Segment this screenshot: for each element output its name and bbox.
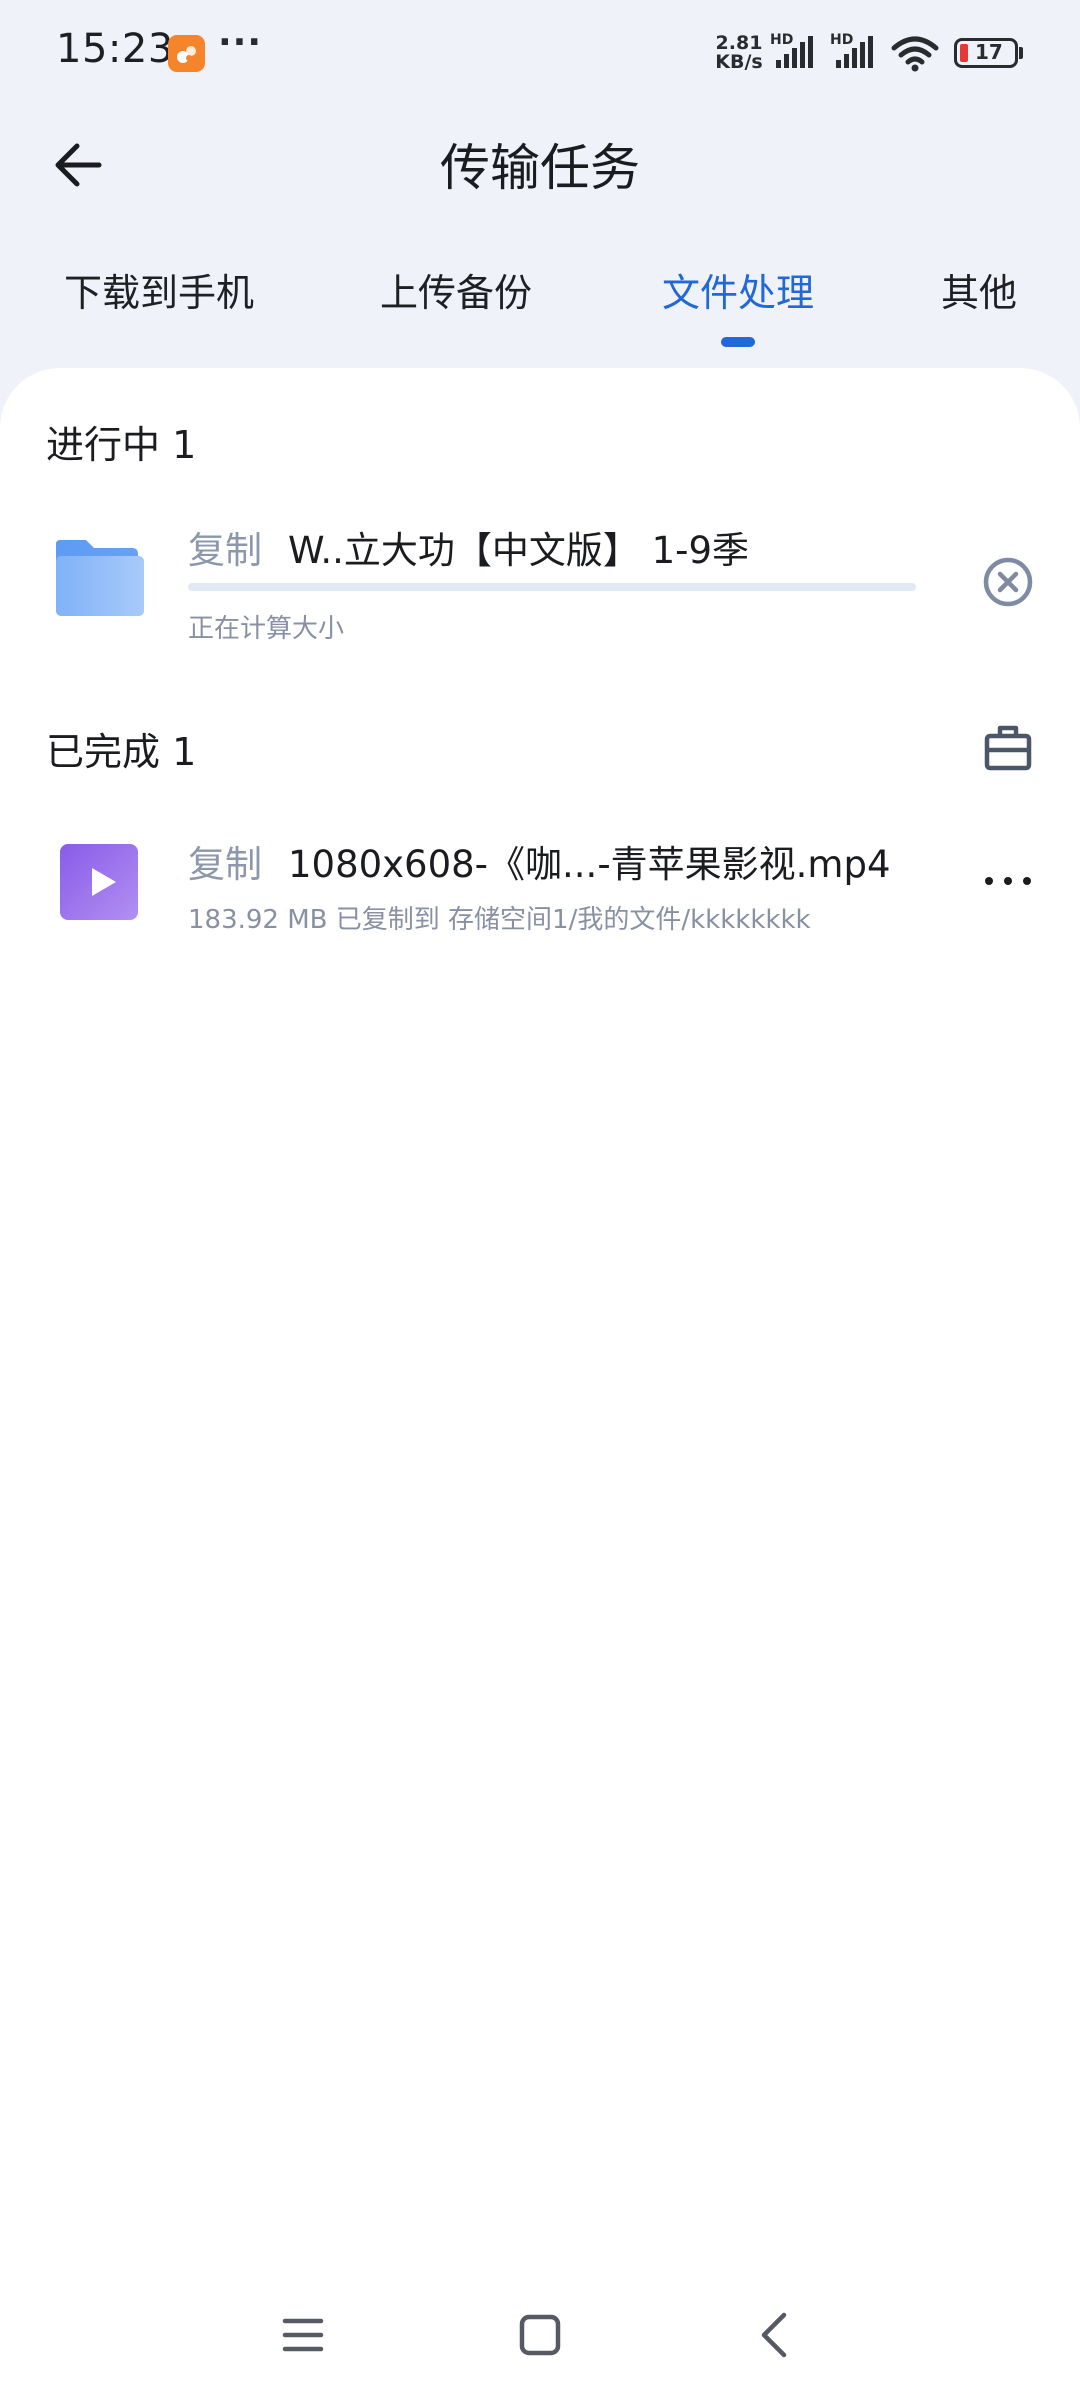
nav-home-button[interactable] bbox=[500, 2300, 580, 2370]
completed-header: 已完成 1 bbox=[46, 730, 197, 774]
item-file-name: 1080x608-《咖...-青苹果影视.mp4 bbox=[288, 843, 891, 886]
nav-back-button[interactable] bbox=[734, 2300, 814, 2370]
in-progress-header: 进行中 1 bbox=[46, 423, 197, 467]
app-notification-icon bbox=[168, 35, 205, 72]
status-more-dots: ··· bbox=[218, 22, 263, 63]
item-file-name: W..立大功【中文版】 1-9季 bbox=[288, 529, 750, 572]
tab-other[interactable]: 其他 bbox=[941, 262, 1017, 317]
folder-icon bbox=[54, 538, 146, 622]
home-square-icon bbox=[519, 2314, 561, 2356]
status-bar: 15:23 ··· 2.81 KB/s HD HD 17 bbox=[0, 0, 1080, 110]
status-time: 15:23 bbox=[56, 26, 174, 72]
active-tab-indicator bbox=[721, 337, 755, 347]
video-file-icon bbox=[58, 840, 142, 924]
tab-upload-backup[interactable]: 上传备份 bbox=[380, 262, 532, 317]
cancel-circle-icon bbox=[983, 557, 1033, 607]
menu-icon bbox=[282, 2318, 324, 2352]
battery-cap bbox=[1019, 47, 1023, 59]
page-title: 传输任务 bbox=[440, 139, 640, 197]
wifi-icon bbox=[890, 34, 940, 74]
back-chevron-icon bbox=[761, 2312, 787, 2358]
nav-menu-button[interactable] bbox=[263, 2300, 343, 2370]
tab-file-processing[interactable]: 文件处理 bbox=[662, 262, 814, 317]
cancel-task-button[interactable] bbox=[978, 552, 1038, 612]
battery-icon: 17 bbox=[954, 38, 1018, 68]
battery-fill bbox=[960, 44, 968, 62]
tab-download-to-phone[interactable]: 下载到手机 bbox=[64, 262, 254, 317]
battery-level: 17 bbox=[975, 40, 1003, 64]
item-status: 正在计算大小 bbox=[188, 614, 345, 644]
network-speed-unit: KB/s bbox=[715, 51, 763, 73]
progress-bar bbox=[188, 583, 916, 591]
signal-1-icon: HD bbox=[770, 32, 820, 72]
network-speed: 2.81 KB/s bbox=[714, 34, 764, 72]
toolbox-button[interactable] bbox=[978, 718, 1038, 778]
content-card bbox=[0, 368, 1080, 2400]
item-action-label: 复制 bbox=[188, 529, 262, 572]
toolbox-icon bbox=[984, 725, 1032, 771]
more-horizontal-icon bbox=[985, 877, 1031, 885]
item-detail: 183.92 MB 已复制到 存储空间1/我的文件/kkkkkkkk bbox=[188, 905, 811, 935]
item-more-button[interactable] bbox=[978, 856, 1038, 906]
item-action-label: 复制 bbox=[188, 843, 262, 886]
signal-2-icon: HD bbox=[830, 32, 880, 72]
